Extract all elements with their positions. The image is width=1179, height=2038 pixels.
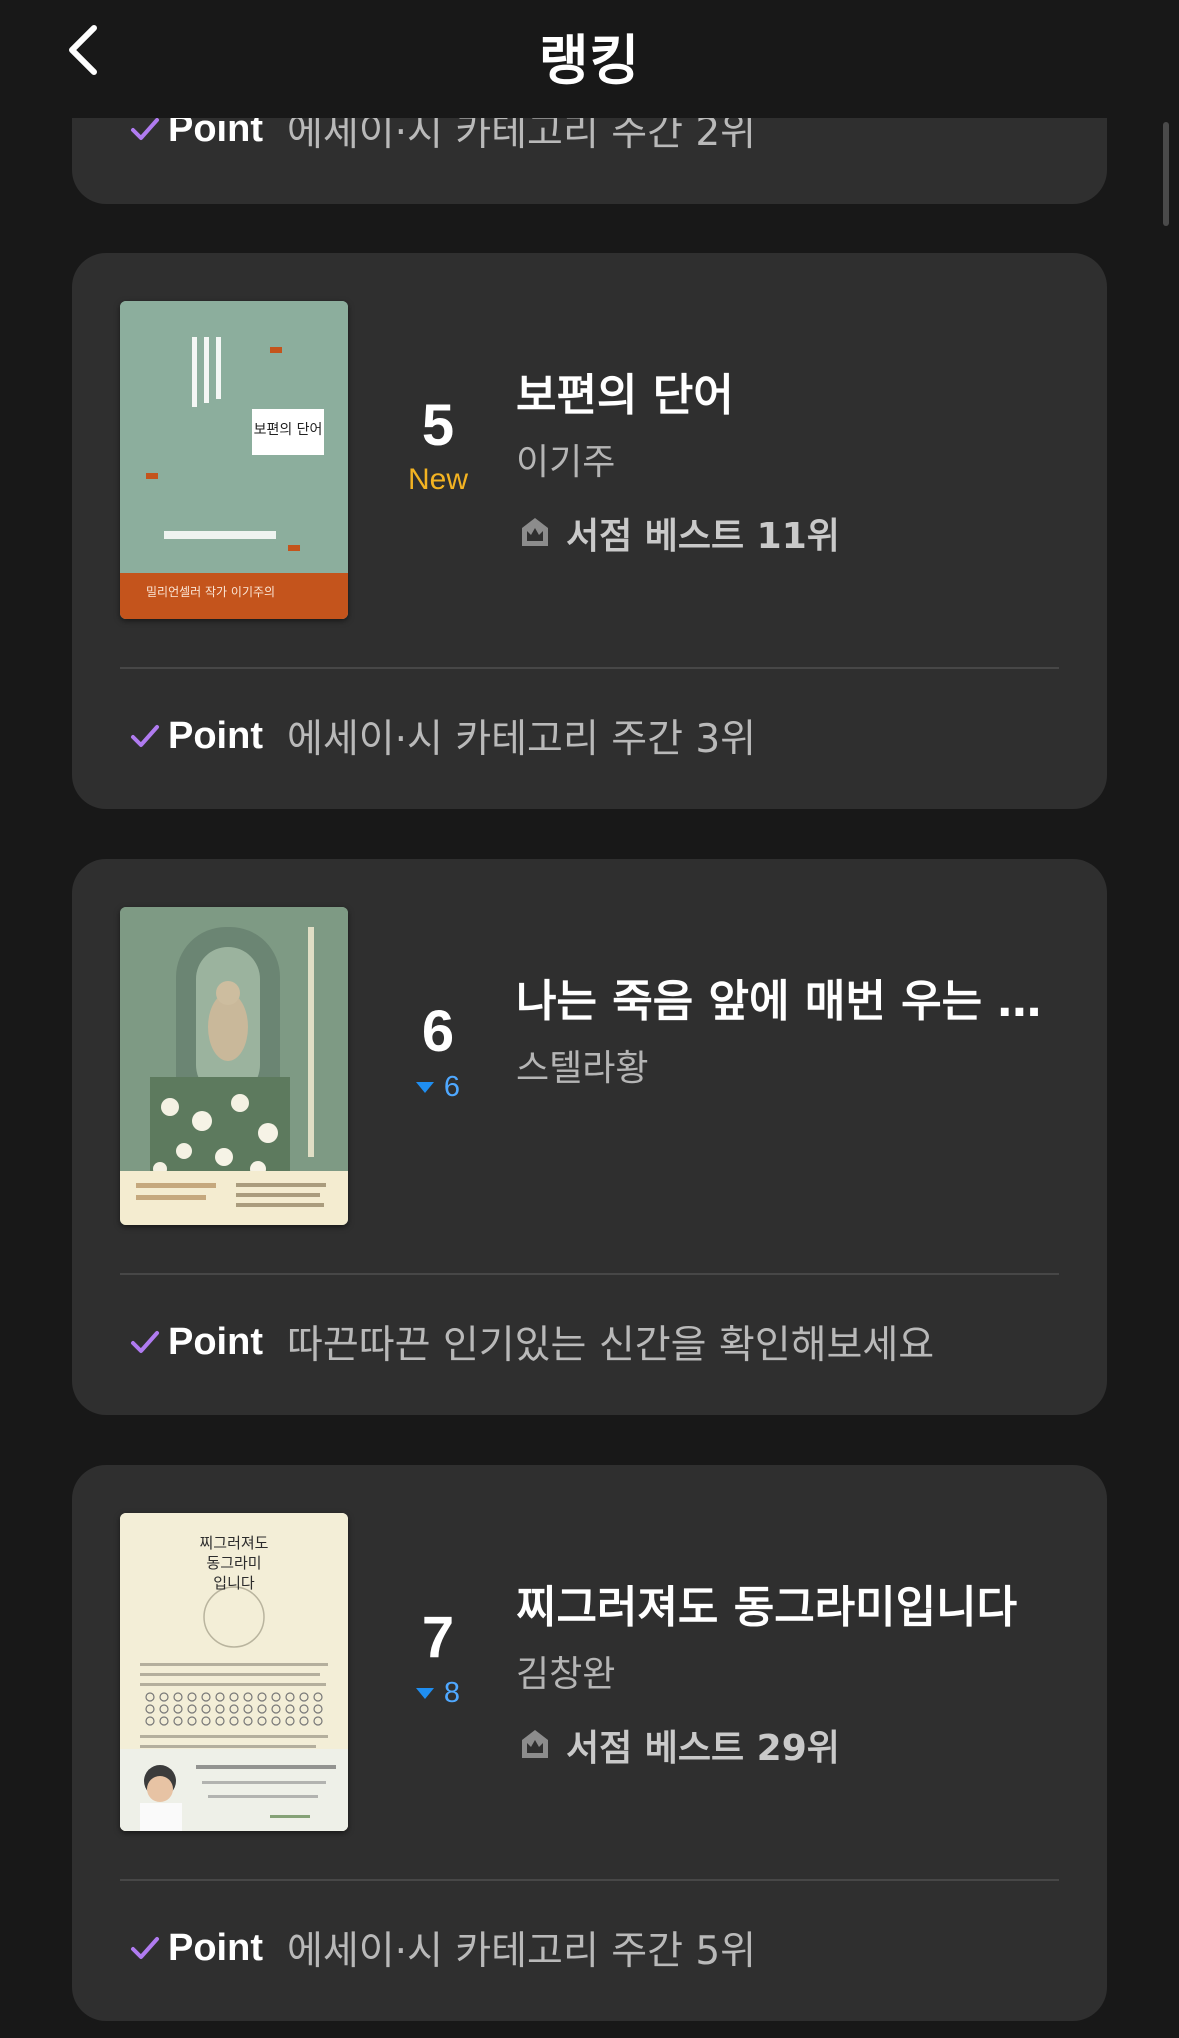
- book-title[interactable]: 찌그러져도 동그라미입니다: [516, 1571, 1076, 1635]
- book-cover[interactable]: 보편의 단어 밀리언셀러 작가 이기주의: [120, 301, 348, 619]
- book-title[interactable]: 보편의 단어: [516, 359, 1076, 423]
- rank-down-icon: [415, 1688, 434, 1699]
- check-icon: [131, 1937, 159, 1959]
- bestseller-badge: 서점 베스트 11위: [516, 507, 840, 559]
- bestseller-text: 서점 베스트 29위: [566, 1728, 840, 1769]
- divider: [120, 1273, 1059, 1275]
- point-row: Point 따끈따끈 인기있는 신간을 확인해보세요: [128, 1307, 934, 1377]
- rank-number: 6: [421, 999, 455, 1064]
- cover-title: 찌그러져도 동그라미 입니다: [199, 1534, 269, 1592]
- point-label: Point: [168, 1926, 263, 1969]
- ranking-card[interactable]: 보편의 단어 밀리언셀러 작가 이기주의 5 New 보편의 단어 이기주 서점…: [72, 253, 1107, 809]
- crown-icon: [522, 1730, 548, 1758]
- cover-title: 보편의 단어: [253, 422, 323, 438]
- rank-down-icon: [415, 1082, 434, 1093]
- point-row: Point 에세이·시 카테고리 주간 3위: [128, 701, 756, 771]
- page-title: 랭킹: [538, 29, 641, 92]
- scrollbar[interactable]: [1163, 122, 1169, 226]
- check-icon: [131, 1331, 159, 1353]
- point-text: 따끈따끈 인기있는 신간을 확인해보세요: [286, 1323, 935, 1368]
- point-row: Point 에세이·시 카테고리 주간 5위: [128, 1913, 756, 1983]
- book-author: 김창완: [516, 1654, 616, 1695]
- book-cover-art: [120, 301, 348, 619]
- book-title[interactable]: 나는 죽음 앞에 매번 우는 의사입니다: [516, 965, 1076, 1029]
- check-icon: [131, 725, 159, 747]
- point-text: 에세이·시 카테고리 주간 5위: [286, 1929, 757, 1974]
- divider: [120, 1879, 1059, 1881]
- book-author: 이기주: [516, 442, 616, 483]
- book-cover[interactable]: [120, 907, 348, 1225]
- cover-band-text: 밀리언셀러 작가 이기주의: [146, 585, 276, 599]
- rank-block: 7 8: [368, 1605, 508, 1710]
- rank-block: 5 New: [368, 393, 508, 497]
- divider: [120, 667, 1059, 669]
- rank-new-badge: New: [407, 463, 468, 496]
- ranking-card[interactable]: 찌그러져도 동그라미 입니다 7 8 찌그러져도 동그라미입니다 김창완 서점 …: [72, 1465, 1107, 2021]
- rank-change: 8: [368, 1677, 508, 1710]
- ranking-card[interactable]: 6 6 나는 죽음 앞에 매번 우는 의사입니다 스텔라황 Point 따끈따끈…: [72, 859, 1107, 1415]
- rank-number: 5: [421, 393, 455, 458]
- app-header: 랭킹: [0, 0, 1179, 118]
- crown-icon: [522, 518, 548, 546]
- rank-change: 6: [368, 1071, 508, 1104]
- rank-number: 7: [421, 1605, 455, 1670]
- rank-change-value: 6: [443, 1071, 461, 1103]
- book-cover-art: [120, 907, 348, 1225]
- book-author: 스텔라황: [516, 1048, 649, 1089]
- bestseller-text: 서점 베스트 11위: [566, 516, 840, 557]
- rank-block: 6 6: [368, 999, 508, 1104]
- bestseller-badge: 서점 베스트 29위: [516, 1719, 840, 1771]
- point-label: Point: [168, 1320, 263, 1363]
- book-cover[interactable]: 찌그러져도 동그라미 입니다: [120, 1513, 348, 1831]
- point-label: Point: [168, 714, 263, 757]
- point-text: 에세이·시 카테고리 주간 3위: [286, 717, 757, 762]
- rank-change-value: 8: [443, 1677, 461, 1709]
